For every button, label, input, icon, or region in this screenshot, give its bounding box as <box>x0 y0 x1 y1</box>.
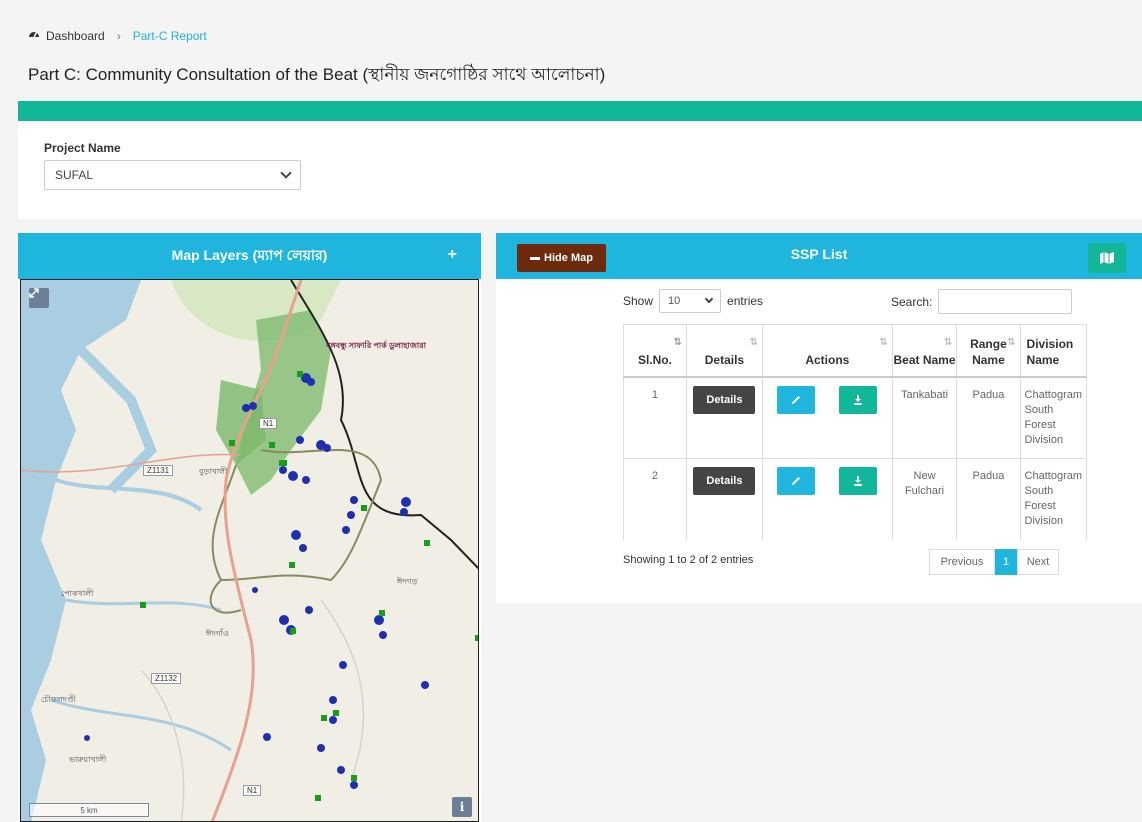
sort-icon: ⇅ <box>749 337 759 348</box>
dashboard-icon <box>28 28 40 43</box>
project-name-value: SUFAL <box>55 168 94 182</box>
cell-beat-name: New Fulchari <box>891 458 958 540</box>
map-info-icon[interactable]: i <box>452 797 472 817</box>
road-label-z1131: Z1131 <box>143 465 174 476</box>
sort-icon: ⇅ <box>879 337 888 348</box>
map-canvas[interactable]: বঙ্গবন্ধু সাফারি পার্ক ডুলাহাজারা Z1131 … <box>20 279 479 822</box>
table-header-row: ⇅ Sl.No. ⇅ Details ⇅ Actions ⇅ Beat Name ⇅ Ra… <box>623 324 1087 378</box>
page-length-value: 10 <box>668 295 681 307</box>
cell-actions <box>761 458 893 540</box>
show-map-button[interactable] <box>1088 243 1126 273</box>
column-header-range-name[interactable]: ⇅ Range Name <box>956 324 1021 378</box>
sort-asc-icon: ⇅ <box>673 337 683 348</box>
column-header-sl-no[interactable]: ⇅ Sl.No. <box>623 324 687 378</box>
download-button[interactable] <box>839 467 878 495</box>
road-label-n1-south: N1 <box>243 785 262 796</box>
map-label-place-4: ঈদগড় <box>397 577 418 586</box>
map-panel-header: Map Layers (ম্যাপ লেয়ার) + <box>18 233 481 279</box>
entries-label: entries <box>727 294 764 308</box>
cell-division-name: Chattogram South Forest Division <box>1019 458 1087 540</box>
page-length-select[interactable]: 10 <box>659 289 722 313</box>
page-length-control: Show 10 entries <box>623 289 763 313</box>
ssp-list-panel: Hide Map SSP List Show 10 entries Search… <box>496 233 1142 603</box>
pencil-icon <box>792 395 801 404</box>
pagination: Previous 1 Next <box>929 549 1059 575</box>
page-1-button[interactable]: 1 <box>995 549 1017 575</box>
ssp-list-title: SSP List <box>790 246 848 262</box>
table-row: 1 Details Tankabati Padua Chattogram Sou… <box>623 376 1087 459</box>
fullscreen-icon[interactable] <box>29 288 49 308</box>
edit-button[interactable] <box>777 467 816 495</box>
map-svg <box>21 280 478 821</box>
cell-range-name: Padua <box>956 376 1021 459</box>
road-label-n1-north: N1 <box>259 418 278 429</box>
breadcrumb-separator: › <box>116 28 121 43</box>
road-label-z1132: Z1132 <box>151 673 182 684</box>
map-panel-title: Map Layers (ম্যাপ লেয়ার) <box>171 247 328 263</box>
map-icon <box>1100 252 1114 264</box>
map-label-place-2: পোকখালী <box>61 589 94 598</box>
cell-actions <box>761 376 893 459</box>
sort-icon: ⇅ <box>1007 337 1016 348</box>
filter-card-accent-bar <box>18 101 1142 121</box>
column-header-details[interactable]: ⇅ Details <box>685 324 763 378</box>
ssp-table: ⇅ Sl.No. ⇅ Details ⇅ Actions ⇅ Beat Name ⇅ Ra… <box>623 324 1087 540</box>
show-label: Show <box>623 294 654 308</box>
map-label-place-6: ভারুয়াখালী <box>69 755 107 764</box>
map-panel: Map Layers (ম্যাপ লেয়ার) + বঙ্গবন্ধু সা… <box>18 233 481 822</box>
download-icon <box>854 394 863 405</box>
search-input[interactable] <box>938 289 1073 314</box>
chevron-down-icon <box>280 167 292 179</box>
project-name-select[interactable]: SUFAL <box>44 160 301 190</box>
expand-layers-icon[interactable]: + <box>448 246 457 264</box>
download-button[interactable] <box>839 385 878 414</box>
cell-details: Details <box>685 376 763 459</box>
pencil-icon <box>792 477 801 485</box>
search-control: Search: <box>891 289 1073 314</box>
next-page-button[interactable]: Next <box>1017 549 1059 575</box>
previous-page-button[interactable]: Previous <box>929 549 995 575</box>
cell-beat-name: Tankabati <box>891 376 958 459</box>
column-header-division-name[interactable]: Division Name <box>1019 324 1087 378</box>
map-label-place-1: বুড়াখালী <box>199 467 228 476</box>
cell-range-name: Padua <box>956 458 1021 540</box>
sort-icon: ⇅ <box>943 337 953 348</box>
ssp-table-wrapper[interactable]: ⇅ Sl.No. ⇅ Details ⇅ Actions ⇅ Beat Name ⇅ Ra… <box>623 324 1087 540</box>
cell-sl-no: 2 <box>623 458 687 540</box>
map-label-place-5: চৌফলদণ্ডী <box>41 695 76 704</box>
cell-division-name: Chattogram South Forest Division <box>1019 376 1087 459</box>
column-header-actions[interactable]: ⇅ Actions <box>761 324 893 378</box>
map-label-place-3: ঈদগাঁও <box>206 629 229 638</box>
cell-sl-no: 1 <box>623 376 687 459</box>
filter-card: Project Name SUFAL <box>18 101 1142 219</box>
edit-button[interactable] <box>777 385 816 414</box>
column-header-beat-name[interactable]: ⇅ Beat Name <box>891 324 958 378</box>
table-row: 2 Details New Fulchari Padua Chattogram … <box>623 458 1087 540</box>
chevron-down-icon <box>704 294 714 304</box>
search-label: Search: <box>891 294 933 309</box>
map-scale-bar: 5 km <box>29 803 149 817</box>
map-label-safari-park: বঙ্গবন্ধু সাফারি পার্ক ডুলাহাজারা <box>326 341 426 350</box>
details-button[interactable]: Details <box>693 467 756 495</box>
ssp-list-header: Hide Map SSP List <box>496 233 1142 279</box>
project-name-label: Project Name <box>44 141 121 155</box>
download-icon <box>854 476 863 486</box>
breadcrumb-current[interactable]: Part-C Report <box>133 29 207 43</box>
details-button[interactable]: Details <box>693 385 756 414</box>
breadcrumb-home-link[interactable]: Dashboard <box>46 29 105 43</box>
cell-details: Details <box>685 458 763 540</box>
table-info: Showing 1 to 2 of 2 entries <box>623 554 754 566</box>
page-title: Part C: Community Consultation of the Be… <box>28 65 606 84</box>
breadcrumb: Dashboard › Part-C Report <box>28 28 207 43</box>
